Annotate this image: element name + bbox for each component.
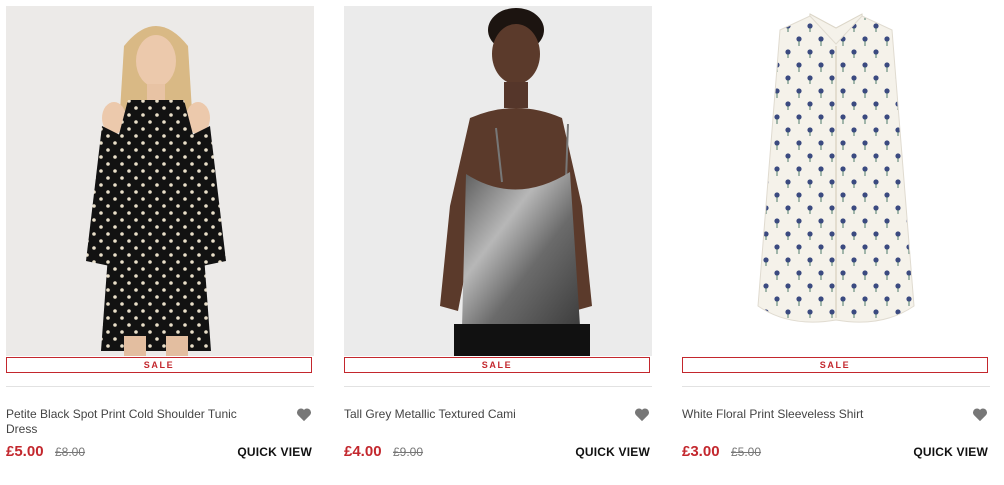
heart-icon[interactable] (972, 407, 988, 422)
product-image-polka-dot-dress[interactable] (6, 6, 314, 356)
divider (682, 386, 990, 387)
product-image-floral-shirt[interactable] (682, 6, 990, 356)
product-image-metallic-cami[interactable] (344, 6, 652, 356)
sale-badge: SALE (344, 357, 650, 373)
price-row: £4.00 £9.00 QUICK VIEW (344, 443, 652, 461)
product-grid: SALE Petite Black Spot Print Cold Should… (0, 0, 1004, 485)
sale-badge: SALE (682, 357, 988, 373)
original-price: £8.00 (55, 445, 86, 459)
product-card: SALE Tall Grey Metallic Textured Cami £4… (344, 6, 652, 476)
sale-price: £4.00 (344, 443, 382, 460)
original-price: £9.00 (393, 445, 424, 459)
sale-price: £5.00 (6, 443, 44, 460)
price-row: £3.00 £5.00 QUICK VIEW (682, 443, 990, 461)
divider (344, 386, 652, 387)
product-name[interactable]: White Floral Print Sleeveless Shirt (682, 407, 922, 422)
quick-view-button[interactable]: QUICK VIEW (913, 445, 988, 459)
product-name[interactable]: Petite Black Spot Print Cold Shoulder Tu… (6, 407, 246, 437)
product-card: SALE White Floral Print Sleeveless Shirt… (682, 6, 990, 476)
product-name[interactable]: Tall Grey Metallic Textured Cami (344, 407, 584, 422)
price-row: £5.00 £8.00 QUICK VIEW (6, 443, 314, 461)
heart-icon[interactable] (634, 407, 650, 422)
sale-price: £3.00 (682, 443, 720, 460)
sale-badge: SALE (6, 357, 312, 373)
quick-view-button[interactable]: QUICK VIEW (575, 445, 650, 459)
divider (6, 386, 314, 387)
heart-icon[interactable] (296, 407, 312, 422)
quick-view-button[interactable]: QUICK VIEW (237, 445, 312, 459)
product-card: SALE Petite Black Spot Print Cold Should… (6, 6, 314, 476)
original-price: £5.00 (731, 445, 762, 459)
